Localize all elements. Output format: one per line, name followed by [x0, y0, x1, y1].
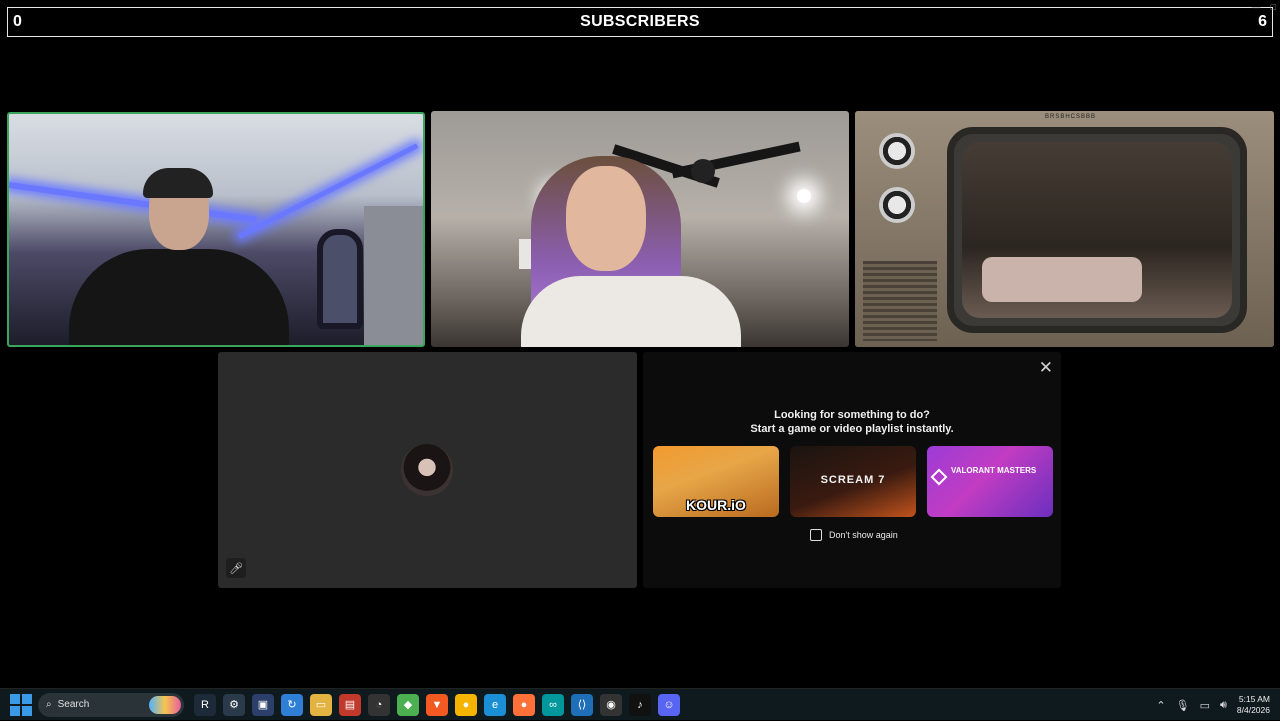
search-placeholder: Search	[57, 699, 90, 710]
remote-icon[interactable]: ↻	[281, 693, 303, 716]
minimize-icon[interactable]: —	[1252, 2, 1261, 12]
taskbar: ⌕ Search R ⚙ ▣ ↻ ▭ ▤ ◔ ◆ ▼ ● e ● ∞ ⟨⟩ ◉ …	[0, 688, 1280, 720]
display-icon[interactable]: ▭	[1200, 699, 1210, 712]
activity-card-label: KOUR.iO	[686, 497, 746, 513]
tv-brand-label: BRSBHCSBBB	[1045, 114, 1097, 120]
doorway	[364, 206, 423, 345]
subscriber-counter-bar: 0 SUBSCRIBERS 6	[7, 7, 1273, 37]
mic-muted-icon: 🎤︎	[226, 558, 246, 578]
clock[interactable]: 5:15 AM 8/4/2026	[1237, 694, 1270, 716]
chevron-up-icon[interactable]: ⌃	[1156, 699, 1165, 712]
activity-cards: KOUR.iO SCREAM 7 VALORANT MASTERS	[653, 446, 1053, 517]
clock-time: 5:15 AM	[1238, 694, 1270, 704]
right-count: 6	[1258, 13, 1267, 30]
subscribers-title: SUBSCRIBERS	[580, 13, 700, 30]
video-tile-participant-2[interactable]	[431, 111, 849, 347]
activity-card-kour-io[interactable]: KOUR.iO	[653, 446, 779, 517]
taskbar-search[interactable]: ⌕ Search	[38, 692, 184, 717]
tiktok-icon[interactable]: ♪	[629, 693, 651, 716]
taskbar-pinned-apps: R ⚙ ▣ ↻ ▭ ▤ ◔ ◆ ▼ ● e ● ∞ ⟨⟩ ◉ ♪ ☺	[194, 693, 680, 716]
firefox-icon[interactable]: ●	[513, 693, 535, 716]
obs-icon[interactable]: ◉	[600, 693, 622, 716]
discord-icon[interactable]: ☺	[658, 693, 680, 716]
left-count: 0	[13, 13, 22, 30]
clock-date: 8/4/2026	[1236, 705, 1270, 715]
window-controls[interactable]: — □	[1252, 2, 1276, 12]
dont-show-again-checkbox[interactable]	[810, 529, 822, 541]
activity-card-valorant-masters[interactable]: VALORANT MASTERS	[927, 446, 1053, 517]
avatar	[401, 444, 453, 496]
windows-start-icon[interactable]	[10, 693, 32, 716]
panel-message-line1: Looking for something to do?	[774, 409, 930, 421]
panel-message-line2: Start a game or video playlist instantly…	[750, 423, 954, 435]
search-icon: ⌕	[46, 699, 52, 710]
activity-card-scream-7[interactable]: SCREAM 7	[790, 446, 916, 517]
tv-knob	[879, 133, 915, 169]
brave-icon[interactable]: ▼	[426, 693, 448, 716]
mirror	[317, 229, 363, 329]
volume-icon[interactable]: 🔊︎	[1220, 699, 1227, 712]
edge-icon[interactable]: e	[484, 693, 506, 716]
tv-knob	[879, 187, 915, 223]
maximize-icon[interactable]: □	[1271, 2, 1276, 12]
monitor-icon[interactable]: ▣	[252, 693, 274, 716]
microphone-icon[interactable]: 🎙︎	[1176, 699, 1190, 712]
tv-screen	[947, 127, 1247, 333]
participant-person	[69, 154, 289, 345]
ceiling-light	[797, 189, 811, 203]
participant-body	[521, 276, 741, 347]
timer-icon[interactable]: ◔	[368, 693, 390, 716]
tv-speaker-grill	[863, 261, 937, 341]
close-icon[interactable]: ✕	[1039, 358, 1053, 378]
vscode-icon[interactable]: ⟨⟩	[571, 693, 593, 716]
retro-tv-frame: BRSBHCSBBB	[855, 111, 1274, 347]
arduino-icon[interactable]: ∞	[542, 693, 564, 716]
video-tile-participant-4[interactable]: 🎤︎	[218, 352, 637, 588]
shield-icon[interactable]: ◆	[397, 693, 419, 716]
video-tile-participant-1[interactable]	[7, 112, 425, 347]
search-highlight-icon	[149, 695, 181, 714]
system-tray: ⌃ 🎙︎ ▭ 🔊︎ 5:15 AM 8/4/2026	[1156, 689, 1270, 721]
valorant-logo-icon	[930, 468, 948, 486]
dont-show-again[interactable]: Don't show again	[810, 529, 898, 541]
activity-suggestion-panel: ✕ Looking for something to do? Start a g…	[643, 352, 1061, 588]
folder-icon[interactable]: ▭	[310, 693, 332, 716]
video-editor-icon[interactable]: ▤	[339, 693, 361, 716]
activity-card-label: SCREAM 7	[820, 474, 886, 486]
participant-face	[566, 166, 646, 271]
terminal-icon[interactable]: R	[194, 693, 216, 716]
panel-message: Looking for something to do? Start a gam…	[643, 408, 1061, 436]
chrome-icon[interactable]: ●	[455, 693, 477, 716]
activity-card-label: VALORANT MASTERS	[951, 466, 1037, 475]
dont-show-again-label: Don't show again	[829, 530, 898, 540]
network-icon[interactable]: ⚙	[223, 693, 245, 716]
video-tile-participant-3[interactable]: BRSBHCSBBB	[855, 111, 1274, 347]
bed	[982, 257, 1142, 302]
